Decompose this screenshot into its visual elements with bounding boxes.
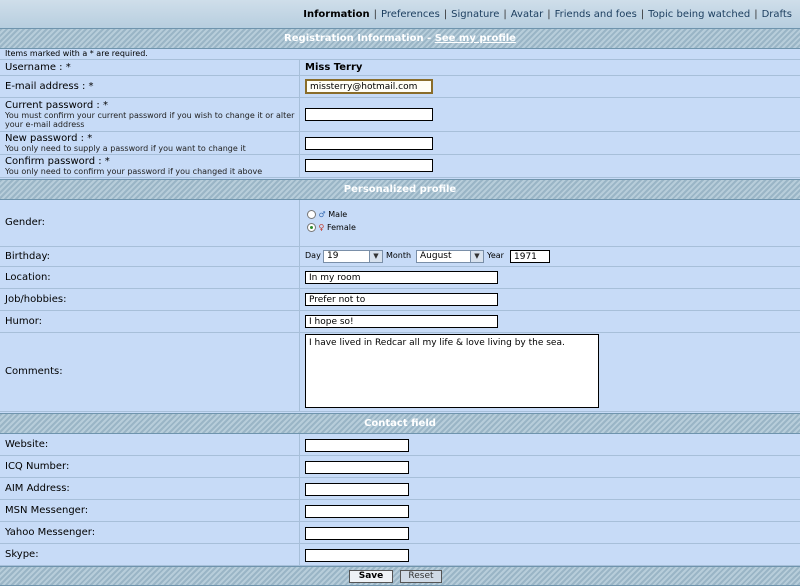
- comments-row: Comments: I have lived in Redcar all my …: [0, 333, 800, 412]
- nav-signature[interactable]: Signature: [451, 9, 499, 20]
- current-password-row: Current password : * You must confirm yo…: [0, 98, 800, 132]
- save-button[interactable]: Save: [349, 570, 393, 583]
- birthday-label: Birthday:: [5, 251, 51, 262]
- aim-input[interactable]: [305, 483, 409, 496]
- new-password-label: New password : *: [5, 133, 93, 144]
- yahoo-input[interactable]: [305, 527, 409, 540]
- contact-field-header: Contact field: [0, 413, 800, 434]
- gender-options: ♂ Male ♀ Female: [307, 208, 356, 234]
- chevron-down-icon: ▼: [470, 251, 483, 262]
- new-password-row: New password : * You only need to supply…: [0, 132, 800, 155]
- confirm-password-hint: You only need to confirm your password i…: [5, 167, 263, 176]
- current-password-input[interactable]: [305, 108, 433, 121]
- reset-button[interactable]: Reset: [400, 570, 442, 583]
- aim-label: AIM Address:: [5, 483, 70, 494]
- skype-input[interactable]: [305, 549, 409, 562]
- username-row: Username : * Miss Terry: [0, 60, 800, 76]
- new-password-input[interactable]: [305, 137, 433, 150]
- gender-female-radio[interactable]: [307, 223, 316, 232]
- confirm-password-label: Confirm password : *: [5, 156, 110, 167]
- username-label: Username : *: [5, 62, 71, 73]
- required-note: Items marked with a * are required.: [5, 49, 148, 58]
- gender-label: Gender:: [5, 217, 46, 228]
- nav-drafts[interactable]: Drafts: [762, 9, 792, 20]
- gender-male-radio[interactable]: [307, 210, 316, 219]
- humor-input[interactable]: I hope so!: [305, 315, 498, 328]
- top-bar: Information | Preferences | Signature | Avatar…: [0, 0, 800, 28]
- day-label: Day: [305, 251, 321, 260]
- msn-input[interactable]: [305, 505, 409, 518]
- job-label: Job/hobbies:: [5, 294, 67, 305]
- confirm-password-row: Confirm password : * You only need to co…: [0, 155, 800, 178]
- year-label: Year: [487, 251, 504, 260]
- registration-header: Registration Information - See my profil…: [0, 28, 800, 49]
- chevron-down-icon: ▼: [369, 251, 382, 262]
- yahoo-row: Yahoo Messenger:: [0, 522, 800, 544]
- humor-row: Humor: I hope so!: [0, 311, 800, 333]
- birthday-row: Birthday: Day 19 ▼ Month August ▼ Year 197…: [0, 247, 800, 267]
- website-input[interactable]: [305, 439, 409, 452]
- icq-input[interactable]: [305, 461, 409, 474]
- job-input[interactable]: Prefer not to: [305, 293, 498, 306]
- personalized-profile-header: Personalized profile: [0, 179, 800, 200]
- skype-row: Skype:: [0, 544, 800, 566]
- aim-row: AIM Address:: [0, 478, 800, 500]
- email-row: E-mail address : * missterry@hotmail.com: [0, 76, 800, 98]
- see-my-profile-link[interactable]: See my profile: [435, 33, 516, 44]
- icq-label: ICQ Number:: [5, 461, 70, 472]
- location-row: Location: In my room: [0, 267, 800, 289]
- nav-avatar[interactable]: Avatar: [511, 9, 543, 20]
- skype-label: Skype:: [5, 549, 39, 560]
- profile-form: Registration Information - See my profil…: [0, 28, 800, 586]
- nav-topic-being-watched[interactable]: Topic being watched: [648, 9, 750, 20]
- gender-male-label: Male: [328, 210, 348, 219]
- confirm-password-input[interactable]: [305, 159, 433, 172]
- location-input[interactable]: In my room: [305, 271, 498, 284]
- humor-label: Humor:: [5, 316, 43, 327]
- current-password-hint: You must confirm your current password i…: [5, 111, 295, 129]
- male-icon: ♂: [318, 210, 326, 219]
- contact-field-title: Contact field: [364, 418, 436, 429]
- website-label: Website:: [5, 439, 49, 450]
- job-row: Job/hobbies: Prefer not to: [0, 289, 800, 311]
- username-value: Miss Terry: [305, 62, 363, 73]
- female-icon: ♀: [318, 223, 325, 232]
- msn-row: MSN Messenger:: [0, 500, 800, 522]
- current-password-label: Current password : *: [5, 100, 108, 111]
- nav-friends-and-foes[interactable]: Friends and foes: [555, 9, 637, 20]
- year-input[interactable]: 1971: [510, 250, 550, 263]
- icq-row: ICQ Number:: [0, 456, 800, 478]
- personalized-profile-title: Personalized profile: [343, 184, 457, 195]
- msn-label: MSN Messenger:: [5, 505, 89, 516]
- required-note-row: Items marked with a * are required.: [0, 49, 800, 60]
- nav-preferences[interactable]: Preferences: [381, 9, 440, 20]
- comments-label: Comments:: [5, 366, 63, 377]
- email-label: E-mail address : *: [5, 81, 94, 92]
- profile-nav: Information | Preferences | Signature | Avatar…: [303, 9, 792, 20]
- new-password-hint: You only need to supply a password if yo…: [5, 144, 246, 153]
- gender-row: Gender: ♂ Male ♀ Female: [0, 200, 800, 247]
- registration-header-title: Registration Information -: [284, 33, 435, 44]
- nav-information[interactable]: Information: [303, 9, 369, 20]
- day-select[interactable]: 19 ▼: [323, 250, 383, 263]
- yahoo-label: Yahoo Messenger:: [5, 527, 96, 538]
- gender-female-label: Female: [326, 223, 356, 232]
- website-row: Website:: [0, 434, 800, 456]
- month-label: Month: [386, 251, 412, 260]
- comments-textarea[interactable]: I have lived in Redcar all my life & lov…: [305, 334, 599, 408]
- location-label: Location:: [5, 272, 51, 283]
- email-input[interactable]: missterry@hotmail.com: [305, 79, 433, 94]
- month-select[interactable]: August ▼: [416, 250, 484, 263]
